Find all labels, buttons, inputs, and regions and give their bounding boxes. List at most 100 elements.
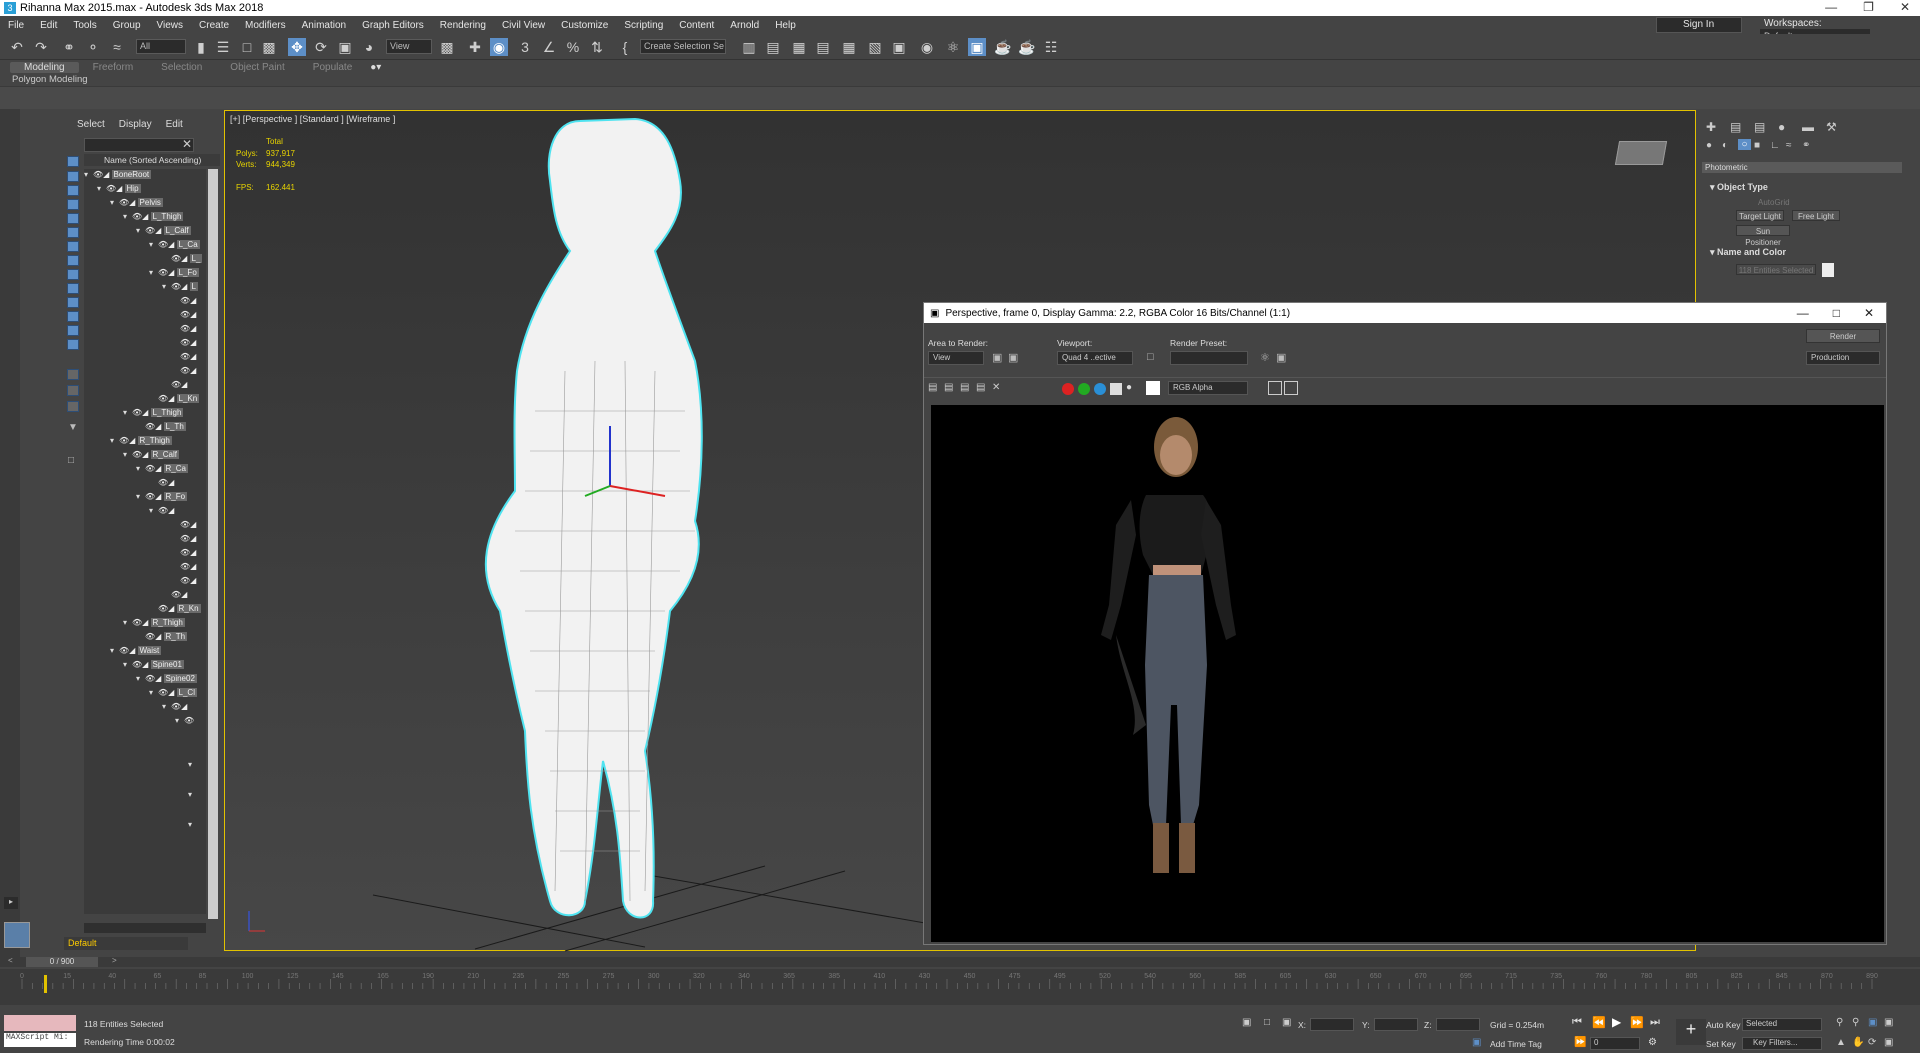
create-tab-icon[interactable]: ✚ — [1706, 120, 1716, 134]
tree-node[interactable]: ▾ 👁◢ Waist — [110, 645, 162, 657]
menu-scripting[interactable]: Scripting — [616, 20, 671, 31]
menu-civil-view[interactable]: Civil View — [494, 20, 553, 31]
tree-node[interactable]: ▾ 👁◢ L_Cl — [149, 687, 197, 699]
lights-icon[interactable]: ○ — [1738, 139, 1751, 150]
named-selection-set[interactable]: Create Selection Se — [640, 39, 726, 54]
scene-vertical-scrollbar[interactable] — [208, 169, 218, 919]
menu-create[interactable]: Create — [191, 20, 237, 31]
mirror-icon[interactable]: ▥ — [740, 38, 758, 56]
scene-search-input[interactable] — [84, 138, 194, 152]
sun-positioner-button[interactable]: Sun Positioner — [1736, 225, 1790, 247]
time-configuration-icon[interactable]: ⚙ — [1648, 1037, 1657, 1048]
ribbon-tab-selection[interactable]: Selection — [147, 62, 216, 73]
snaps-toggle-icon[interactable]: 3 — [516, 38, 534, 56]
current-frame-field[interactable]: 0 — [1590, 1037, 1640, 1050]
selection-filter[interactable]: All — [136, 39, 186, 54]
background-swatch[interactable] — [1146, 381, 1160, 395]
cameras-icon[interactable]: ■ — [1754, 140, 1760, 151]
render-production-icon[interactable]: ☕ — [994, 38, 1012, 56]
tree-node[interactable]: ▾ 👁◢ R_Ca — [136, 463, 188, 475]
rect-selection-icon[interactable]: □ — [238, 38, 256, 56]
tree-node[interactable]: ▾ — [188, 759, 197, 771]
display-tab-icon[interactable]: ▬ — [1802, 120, 1814, 134]
utilities-tab-icon[interactable]: ⚒ — [1826, 120, 1837, 134]
tree-node[interactable]: ▾ 👁◢ R_Thigh — [110, 435, 172, 447]
select-by-name-icon[interactable]: ☰ — [214, 38, 232, 56]
key-selection-dropdown[interactable]: Selected — [1742, 1018, 1822, 1031]
tree-node[interactable]: 👁◢ L_ — [162, 253, 203, 265]
isolate-selection-icon[interactable]: ▣ — [1242, 1017, 1251, 1028]
edit-named-selection-icon[interactable]: { — [616, 38, 634, 56]
go-to-start-icon[interactable]: ⏮ — [1572, 1016, 1582, 1029]
display-channel-dropdown[interactable]: RGB Alpha — [1168, 381, 1248, 395]
maximize-viewport-icon[interactable]: ▣ — [1884, 1037, 1893, 1048]
display-containers-icon[interactable] — [67, 297, 79, 308]
zoom-icon[interactable]: ⚲ — [1836, 1017, 1843, 1028]
edit-region-icon[interactable]: ▣ — [992, 351, 1002, 364]
render-setup-icon[interactable]: ⚛ — [944, 38, 962, 56]
filter-funnel-icon[interactable]: ▼ — [68, 422, 78, 433]
helpers-icon[interactable]: ∟ — [1770, 140, 1780, 151]
lock-viewport-icon[interactable]: □ — [1147, 351, 1154, 363]
tree-node[interactable]: 👁◢ — [180, 561, 196, 573]
time-slider[interactable]: < 0 / 900 > — [0, 956, 1920, 967]
tree-node[interactable]: ▾ 👁◢ L_Thigh — [123, 407, 184, 419]
menu-edit[interactable]: Edit — [32, 20, 65, 31]
ribbon-options-icon[interactable]: ●▾ — [366, 62, 385, 73]
autogrid-checkbox[interactable]: AutoGrid — [1758, 198, 1790, 207]
reference-coordinate-system[interactable]: View — [386, 39, 432, 54]
maxscript-mini-listener[interactable]: MAXScript Mi: — [4, 1033, 76, 1047]
tree-node[interactable]: ▾ 👁◢ — [162, 701, 187, 713]
ribbon-toggle-icon[interactable]: ▦ — [840, 38, 858, 56]
clone-window-icon[interactable]: ▤ — [960, 382, 969, 393]
display-geometry-icon[interactable] — [67, 171, 79, 182]
tree-node[interactable]: 👁◢ — [180, 295, 196, 307]
tree-node[interactable]: ▾ 👁◢ Hip — [97, 183, 141, 195]
toggle-overlay-icon[interactable] — [1284, 381, 1298, 395]
z-coordinate-field[interactable] — [1436, 1018, 1480, 1031]
render-online-icon[interactable]: ☷ — [1042, 38, 1060, 56]
menu-animation[interactable]: Animation — [294, 20, 354, 31]
display-all-icon[interactable] — [67, 339, 79, 350]
object-name-field[interactable]: 118 Entities Selected — [1736, 264, 1816, 275]
tree-node[interactable]: 👁◢ — [180, 547, 196, 559]
tree-node[interactable]: 👁◢ — [180, 365, 196, 377]
set-keys-icon[interactable]: + — [1676, 1019, 1706, 1045]
align-icon[interactable]: ▤ — [764, 38, 782, 56]
monochrome-icon[interactable]: ● — [1126, 382, 1132, 393]
layer-explorer-icon[interactable]: ▤ — [814, 38, 832, 56]
production-dropdown[interactable]: Production — [1806, 351, 1880, 365]
maxscript-listener-pink[interactable] — [4, 1015, 76, 1031]
menu-customize[interactable]: Customize — [553, 20, 616, 31]
area-to-render-dropdown[interactable]: View — [928, 351, 984, 365]
keyboard-shortcut-override-icon[interactable]: ◉ — [490, 38, 508, 56]
ribbon-tab-populate[interactable]: Populate — [299, 62, 366, 73]
zoom-extents-all-icon[interactable]: ▣ — [1884, 1017, 1893, 1028]
frame-maximize-button[interactable]: □ — [1833, 306, 1840, 320]
display-cameras-icon[interactable] — [67, 213, 79, 224]
display-xrefs-icon[interactable] — [67, 269, 79, 280]
tree-node[interactable]: ▾ 👁◢ Pelvis — [110, 197, 163, 209]
name-and-color-rollout[interactable]: ▾ Name and Color — [1710, 247, 1786, 258]
select-manipulate-icon[interactable]: ✚ — [466, 38, 484, 56]
display-shapes-icon[interactable] — [67, 185, 79, 196]
auto-key-button[interactable]: Auto Key — [1706, 1020, 1741, 1030]
display-influences-icon[interactable] — [67, 385, 79, 396]
render-iterative-icon[interactable]: ☕ — [1018, 38, 1036, 56]
tree-node[interactable]: ▾ 👁◢ L_Calf — [136, 225, 191, 237]
target-light-button[interactable]: Target Light — [1736, 210, 1784, 221]
restore-button[interactable]: ❐ — [1863, 0, 1874, 14]
select-object-icon[interactable]: ▮ — [192, 38, 210, 56]
systems-icon[interactable]: ⚭ — [1802, 140, 1810, 151]
viewport-dropdown[interactable]: Quad 4 ..ective — [1057, 351, 1133, 365]
select-scale-icon[interactable]: ▣ — [336, 38, 354, 56]
alpha-channel-icon[interactable] — [1110, 383, 1122, 395]
viewcube[interactable] — [1614, 141, 1668, 165]
play-icon[interactable]: ▶ — [1612, 1015, 1621, 1029]
y-coordinate-field[interactable] — [1374, 1018, 1418, 1031]
current-frame-marker[interactable] — [44, 975, 47, 993]
ribbon-tab-object-paint[interactable]: Object Paint — [216, 62, 298, 73]
render-preset-dropdown[interactable] — [1170, 351, 1248, 365]
tree-node[interactable]: 👁◢ — [180, 309, 196, 321]
unlink-icon[interactable]: ⚬ — [84, 38, 102, 56]
